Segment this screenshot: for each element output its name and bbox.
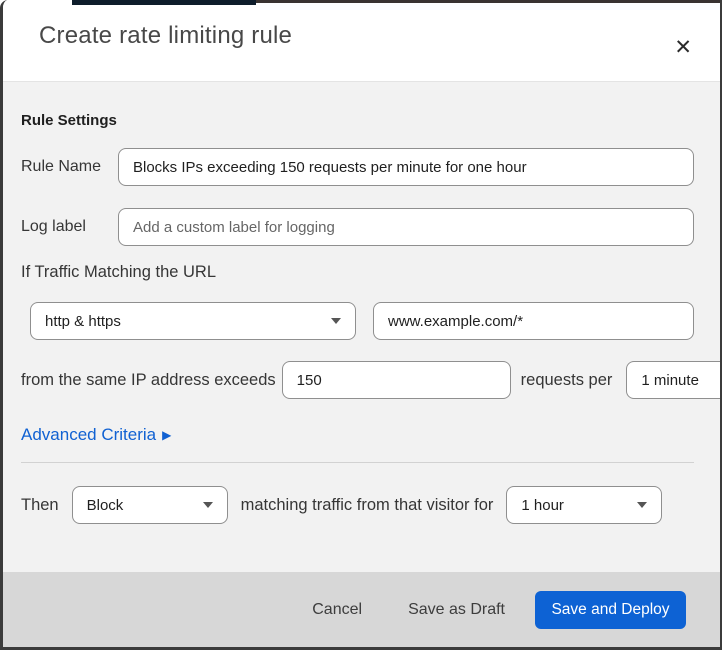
action-middle-text: matching traffic from that visitor for — [240, 495, 494, 514]
dialog-body: Rule Settings Rule Name Log label If Tra… — [3, 82, 720, 572]
divider — [21, 462, 694, 463]
action-row: Then Block matching traffic from that vi… — [21, 486, 694, 524]
threshold-suffix-text: requests per — [520, 370, 613, 389]
chevron-down-icon — [202, 502, 213, 508]
action-select-value: Block — [86, 496, 124, 514]
save-as-draft-button[interactable]: Save as Draft — [406, 597, 507, 623]
advanced-criteria-label: Advanced Criteria — [21, 425, 157, 444]
top-edge-artifact — [72, 0, 256, 5]
scheme-select[interactable]: http & https — [30, 302, 356, 340]
dialog-title: Create rate limiting rule — [39, 22, 293, 49]
scheme-select-value: http & https — [45, 312, 121, 330]
action-select[interactable]: Block — [71, 486, 228, 524]
url-input[interactable] — [373, 302, 694, 340]
dialog-footer: Cancel Save as Draft Save and Deploy — [3, 572, 720, 647]
traffic-match-row: http & https — [21, 302, 694, 340]
section-heading: Rule Settings — [21, 112, 117, 129]
create-rate-limiting-rule-dialog: Create rate limiting rule ✕ Rule Setting… — [0, 0, 722, 650]
log-label-row: Log label — [21, 208, 694, 246]
top-edge-artifact — [256, 0, 720, 3]
log-label-label: Log label — [21, 218, 86, 235]
period-select-value: 1 minute — [641, 371, 699, 389]
period-select[interactable]: 1 minute — [626, 361, 720, 399]
expand-arrow-icon: ▶ — [162, 428, 172, 442]
duration-select[interactable]: 1 hour — [506, 486, 663, 524]
cancel-button[interactable]: Cancel — [310, 597, 364, 623]
close-icon[interactable]: ✕ — [670, 14, 696, 81]
chevron-down-icon — [637, 502, 648, 508]
threshold-prefix-text: from the same IP address exceeds — [21, 370, 276, 389]
rule-name-row: Rule Name — [21, 148, 694, 186]
duration-select-value: 1 hour — [521, 496, 564, 514]
dialog-header: Create rate limiting rule ✕ — [3, 0, 720, 82]
advanced-criteria-link[interactable]: Advanced Criteria ▶ — [21, 425, 171, 445]
save-and-deploy-button[interactable]: Save and Deploy — [535, 590, 686, 629]
rule-name-label: Rule Name — [21, 158, 102, 175]
traffic-match-intro: If Traffic Matching the URL — [21, 263, 217, 281]
chevron-down-icon — [331, 318, 341, 324]
action-prefix-text: Then — [21, 495, 59, 514]
rule-name-input[interactable] — [118, 148, 694, 186]
threshold-row: from the same IP address exceeds request… — [21, 361, 720, 399]
log-label-input[interactable] — [118, 208, 694, 246]
threshold-input[interactable] — [281, 361, 511, 399]
